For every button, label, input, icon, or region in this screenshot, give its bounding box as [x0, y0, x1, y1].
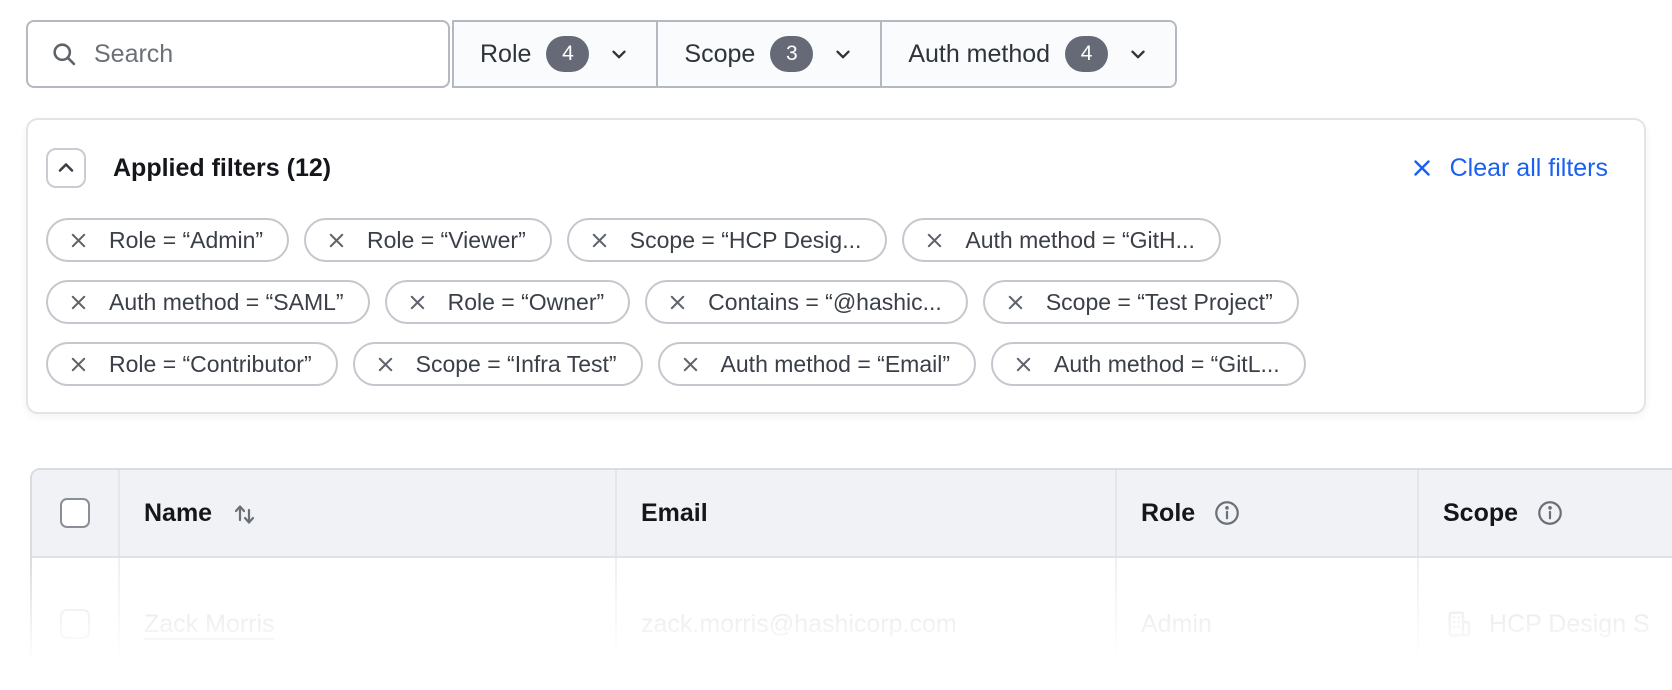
remove-filter-icon	[924, 230, 945, 251]
chevron-up-icon	[54, 156, 78, 180]
applied-filters-title: Applied filters (12)	[113, 154, 331, 183]
count-badge: 3	[770, 36, 813, 72]
row-role-cell: Admin	[1117, 558, 1419, 690]
dropdown-label: Auth method	[908, 40, 1050, 69]
row-scope-cell: HCP Design S	[1419, 558, 1672, 690]
remove-filter-icon	[667, 292, 688, 313]
count-badge: 4	[546, 36, 589, 72]
applied-filter-pill[interactable]: Contains = “@hashic...	[645, 280, 968, 324]
role-filter-dropdown[interactable]: Role 4	[454, 22, 658, 86]
clear-all-filters-button[interactable]: Clear all filters	[1410, 154, 1608, 183]
applied-filter-pills: Role = “Admin” Role = “Viewer” Scope = “…	[46, 218, 1608, 386]
filter-dropdown-group: Role 4 Scope 3 Auth method 4	[452, 20, 1177, 88]
applied-filters-panel: Applied filters (12) Clear all filters R…	[26, 118, 1646, 414]
count-badge: 4	[1065, 36, 1108, 72]
user-name-link[interactable]: Zack Morris	[144, 610, 275, 639]
chevron-down-icon	[1127, 43, 1149, 65]
applied-filters-header: Applied filters (12) Clear all filters	[46, 148, 1608, 188]
clear-all-filters-label: Clear all filters	[1450, 154, 1608, 183]
select-all-cell	[32, 470, 120, 556]
pill-label: Role = “Admin”	[109, 227, 263, 254]
info-icon[interactable]	[1536, 499, 1564, 527]
auth-method-filter-dropdown[interactable]: Auth method 4	[882, 22, 1175, 86]
pill-label: Role = “Viewer”	[367, 227, 526, 254]
info-icon[interactable]	[1213, 499, 1241, 527]
pill-label: Role = “Contributor”	[109, 351, 312, 378]
applied-filter-pill[interactable]: Scope = “Infra Test”	[353, 342, 643, 386]
applied-filter-pill[interactable]: Role = “Viewer”	[304, 218, 552, 262]
remove-filter-icon	[326, 230, 347, 251]
remove-filter-icon	[375, 354, 396, 375]
remove-filter-icon	[1005, 292, 1026, 313]
applied-filter-pill[interactable]: Role = “Admin”	[46, 218, 289, 262]
filter-bar: Role 4 Scope 3 Auth method 4	[26, 20, 1177, 88]
pill-label: Auth method = “GitH...	[965, 227, 1194, 254]
dropdown-label: Scope	[684, 40, 755, 69]
applied-filter-pill[interactable]: Role = “Owner”	[385, 280, 631, 324]
column-label: Email	[641, 499, 708, 528]
remove-filter-icon	[68, 230, 89, 251]
select-all-checkbox[interactable]	[60, 498, 90, 528]
organization-icon	[1443, 608, 1475, 640]
applied-filter-pill[interactable]: Auth method = “GitH...	[902, 218, 1220, 262]
column-label: Name	[144, 499, 212, 528]
pill-label: Role = “Owner”	[448, 289, 605, 316]
user-scope: HCP Design S	[1489, 610, 1650, 639]
user-email: zack.morris@hashicorp.com	[641, 610, 957, 639]
table-row: Zack Morris zack.morris@hashicorp.com Ad…	[32, 558, 1672, 690]
column-label: Scope	[1443, 499, 1518, 528]
row-email-cell: zack.morris@hashicorp.com	[617, 558, 1117, 690]
column-header-name[interactable]: Name	[120, 470, 617, 556]
chevron-down-icon	[832, 43, 854, 65]
column-header-role: Role	[1117, 470, 1419, 556]
remove-filter-icon	[1013, 354, 1034, 375]
applied-filter-pill[interactable]: Auth method = “GitL...	[991, 342, 1306, 386]
sort-icon[interactable]	[230, 499, 258, 527]
column-header-email: Email	[617, 470, 1117, 556]
table-header-row: Name Email Role Scope	[32, 470, 1672, 558]
search-box[interactable]	[26, 20, 450, 88]
row-name-cell: Zack Morris	[120, 558, 617, 690]
close-icon	[1410, 156, 1434, 180]
chevron-down-icon	[608, 43, 630, 65]
remove-filter-icon	[407, 292, 428, 313]
pill-label: Auth method = “Email”	[721, 351, 950, 378]
remove-filter-icon	[680, 354, 701, 375]
pill-label: Auth method = “GitL...	[1054, 351, 1280, 378]
pill-label: Auth method = “SAML”	[109, 289, 344, 316]
applied-filter-pill[interactable]: Auth method = “Email”	[658, 342, 976, 386]
search-icon	[50, 40, 78, 68]
search-input[interactable]	[94, 40, 426, 69]
remove-filter-icon	[68, 354, 89, 375]
column-label: Role	[1141, 499, 1195, 528]
remove-filter-icon	[589, 230, 610, 251]
applied-filter-pill[interactable]: Scope = “HCP Desig...	[567, 218, 888, 262]
collapse-filters-button[interactable]	[46, 148, 86, 188]
pill-label: Scope = “HCP Desig...	[630, 227, 862, 254]
column-header-scope: Scope	[1419, 470, 1672, 556]
remove-filter-icon	[68, 292, 89, 313]
pill-label: Contains = “@hashic...	[708, 289, 942, 316]
row-checkbox[interactable]	[60, 609, 90, 639]
applied-filter-pill[interactable]: Scope = “Test Project”	[983, 280, 1299, 324]
dropdown-label: Role	[480, 40, 531, 69]
users-table: Name Email Role Scope	[30, 468, 1672, 690]
applied-filter-pill[interactable]: Role = “Contributor”	[46, 342, 338, 386]
applied-filter-pill[interactable]: Auth method = “SAML”	[46, 280, 370, 324]
pill-label: Scope = “Infra Test”	[416, 351, 617, 378]
scope-filter-dropdown[interactable]: Scope 3	[658, 22, 882, 86]
pill-label: Scope = “Test Project”	[1046, 289, 1273, 316]
row-select-cell	[32, 558, 120, 690]
user-role: Admin	[1141, 610, 1212, 639]
